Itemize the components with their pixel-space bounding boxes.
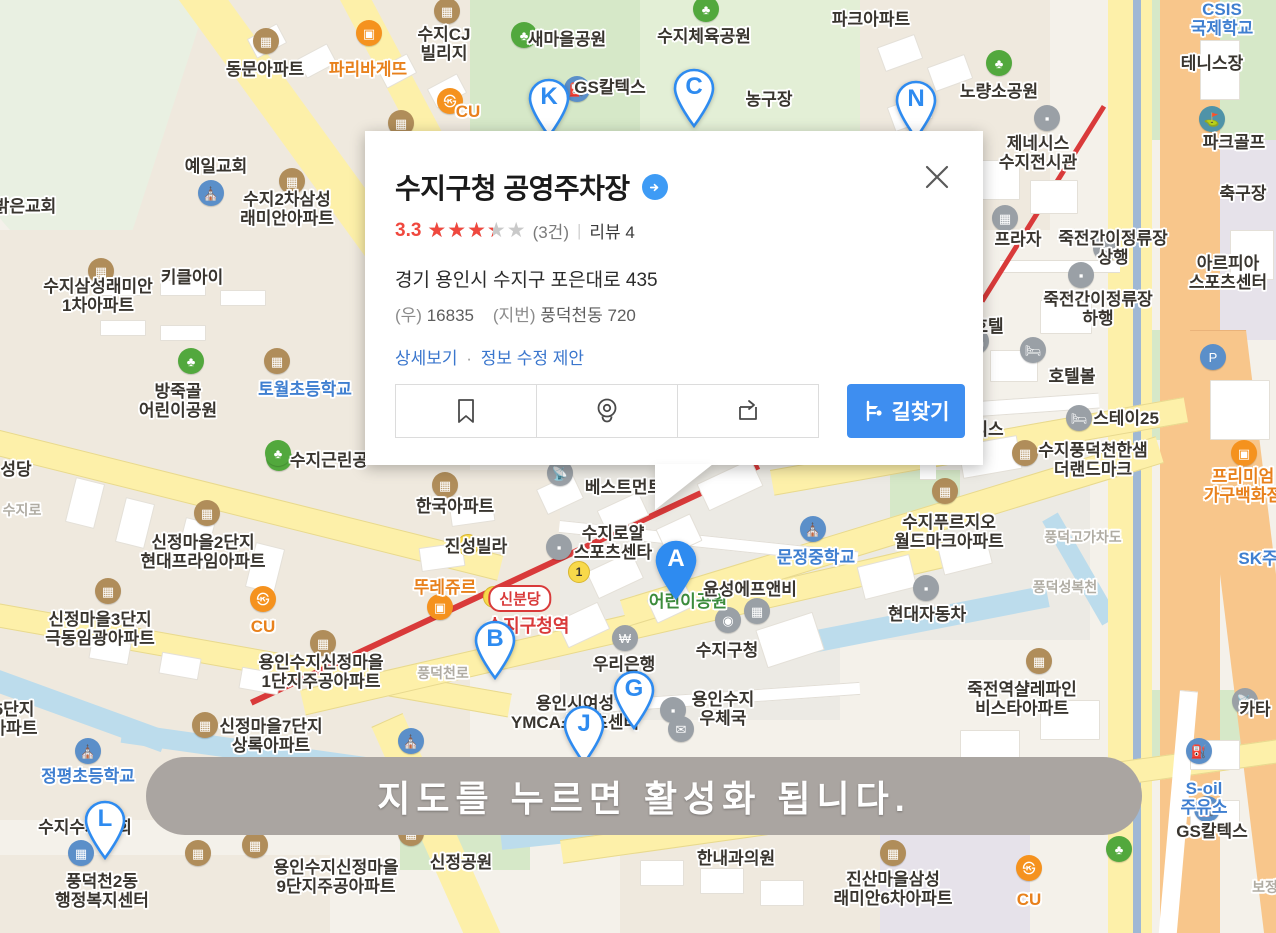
landuse-residential-sw2 <box>0 855 330 933</box>
place-title: 수지구청 공영주차장 <box>395 173 630 204</box>
directions-icon <box>866 400 882 422</box>
poi-apartment-icon[interactable]: ▦ <box>253 28 279 54</box>
popup-tail <box>655 464 713 510</box>
detail-link[interactable]: 상세보기 <box>395 349 458 368</box>
poi-apartment-icon[interactable]: ▦ <box>192 712 218 738</box>
poi-park-icon[interactable]: ♣ <box>986 50 1012 76</box>
rating-row: 3.3 ★★★★★ ★★★★★ (3건) | 리뷰 4 <box>395 218 953 243</box>
rating-stars: ★★★★★ ★★★★★ <box>427 219 527 242</box>
poi-building-icon[interactable]: ▦ <box>992 205 1018 231</box>
poi-hotel-icon[interactable]: 🛏 <box>1020 337 1046 363</box>
map-activation-toast[interactable]: 지도를 누르면 활성화 됩니다. <box>146 757 1142 835</box>
link-separator: · <box>466 349 472 368</box>
poi-golf-icon[interactable]: ⛳ <box>1199 106 1225 132</box>
poi-convenience-store-icon[interactable]: ㉿ <box>250 586 276 612</box>
rating-score: 3.3 <box>395 219 422 241</box>
poi-store-icon[interactable]: ▣ <box>1231 440 1257 466</box>
poi-park-icon[interactable]: ♣ <box>178 348 204 374</box>
review-count: 리뷰 4 <box>589 223 635 242</box>
poi-building-icon[interactable]: ▦ <box>242 832 268 858</box>
rating-count: (3건) <box>532 223 569 242</box>
poi-apartment-icon[interactable]: ▦ <box>88 258 114 284</box>
rating-separator: | <box>576 220 582 240</box>
poi-church-icon[interactable]: ⛪ <box>398 728 424 754</box>
poi-apartment-icon[interactable]: ▦ <box>310 630 336 656</box>
map-marker-c[interactable]: C <box>671 68 717 128</box>
poi-gas-station-icon[interactable]: ⛽ <box>1186 738 1212 764</box>
arrow-right-circle-icon[interactable] <box>641 174 668 200</box>
jibun-label: (지번) <box>492 306 536 325</box>
poi-bus-stop-icon[interactable]: ▪ <box>1068 262 1094 288</box>
poi-building-icon[interactable]: ▦ <box>185 840 211 866</box>
subway-exit-4[interactable]: 4 <box>457 534 479 556</box>
map-marker-g[interactable]: G <box>611 670 657 730</box>
popup-title-row: 수지구청 공영주차장 <box>395 167 953 207</box>
poi-apartment-icon[interactable]: ▦ <box>95 578 121 604</box>
roadview-button[interactable] <box>536 384 678 438</box>
directions-button[interactable]: 길찾기 <box>847 384 965 438</box>
poi-apartment-icon[interactable]: ▦ <box>432 472 458 498</box>
address-secondary: (우) 16835 (지번) 풍덕천동 720 <box>395 301 953 326</box>
poi-bank-icon[interactable]: ₩ <box>612 625 638 651</box>
poi-park-icon[interactable]: ♣ <box>265 440 291 466</box>
poi-apartment-icon[interactable]: ▦ <box>1026 648 1052 674</box>
poi-building-icon[interactable]: ▪ <box>546 534 572 560</box>
poi-bakery-icon[interactable]: ▣ <box>356 20 382 46</box>
poi-school-icon[interactable]: ⛪ <box>800 516 826 542</box>
road-minor-e <box>1000 260 1120 273</box>
address-road: 경기 용인시 수지구 포은대로 435 <box>395 270 658 291</box>
poi-apartment-icon[interactable]: ▦ <box>932 478 958 504</box>
poi-parking-icon[interactable]: P <box>1200 344 1226 370</box>
subway-exit-1[interactable]: 1 <box>568 561 590 583</box>
popup-action-bar: 길찾기 <box>395 384 965 438</box>
poi-gas-station-icon[interactable]: ⛽ <box>1194 796 1220 822</box>
poi-church-icon[interactable]: ⛪ <box>198 180 224 206</box>
poi-apartment-icon[interactable]: ▦ <box>880 840 906 866</box>
zip-value: 16835 <box>426 306 474 325</box>
poi-post-office-icon[interactable]: ✉ <box>668 716 694 742</box>
poi-park-icon[interactable]: ♣ <box>511 22 537 48</box>
poi-antenna-icon[interactable]: 📡 <box>1232 688 1258 714</box>
poi-school-icon[interactable]: ▦ <box>264 348 290 374</box>
jibun-value: 풍덕천동 720 <box>540 306 636 325</box>
suggest-edit-link[interactable]: 정보 수정 제안 <box>481 349 584 368</box>
place-info-popup[interactable]: 수지구청 공영주차장 3.3 ★★★★★ ★★★★★ (3건) | 리뷰 4 경… <box>365 131 983 510</box>
share-button[interactable] <box>677 384 819 438</box>
poi-building-icon[interactable]: ▦ <box>744 598 770 624</box>
close-icon[interactable] <box>917 157 957 197</box>
map-marker-b[interactable]: B <box>472 620 518 680</box>
popup-links: 상세보기 · 정보 수정 제안 <box>395 344 953 369</box>
poi-convenience-store-icon[interactable]: ㉿ <box>437 88 463 114</box>
subway-line-label: 신분당 <box>488 585 552 612</box>
poi-apartment-icon[interactable]: ▦ <box>1012 440 1038 466</box>
zip-label: (우) <box>395 306 422 325</box>
poi-building-icon[interactable]: ▪ <box>1034 105 1060 131</box>
landuse-complex-south <box>860 820 1030 933</box>
poi-car-dealer-icon[interactable]: ▪ <box>913 575 939 601</box>
bookmark-button[interactable] <box>395 384 537 438</box>
toast-message: 지도를 누르면 활성화 됩니다. <box>377 778 911 819</box>
poi-hotel-icon[interactable]: 🛏 <box>1066 405 1092 431</box>
poi-apartment-icon[interactable]: ▦ <box>279 168 305 194</box>
poi-government-icon[interactable]: ◉ <box>715 607 741 633</box>
map-marker-k[interactable]: K <box>526 78 572 138</box>
poi-bus-stop-icon[interactable]: ▪ <box>1093 235 1119 261</box>
subway-line-tag[interactable]: 신분당 <box>488 585 552 612</box>
poi-convenience-store-icon[interactable]: ㉿ <box>1016 855 1042 881</box>
poi-bakery-icon[interactable]: ▣ <box>427 594 453 620</box>
directions-label: 길찾기 <box>891 401 950 424</box>
poi-school-icon[interactable]: ⛪ <box>75 738 101 764</box>
map-marker-j[interactable]: J <box>561 705 607 765</box>
map-marker-l[interactable]: L <box>82 800 128 860</box>
poi-park-icon[interactable]: ♣ <box>1106 836 1132 862</box>
map-label: 호텔볼 <box>1048 367 1096 386</box>
map-marker-a[interactable]: A <box>653 540 699 600</box>
map-canvas[interactable]: ▦ ▣ ▦ ♣ ♣ ⛽ ㉿ ▦ ⛪ ▦ ▦ ♣ ▪ ▦ ▪ ▪ ⛳ 🛏 🛏 🛏 … <box>0 0 1276 933</box>
poi-apartment-icon[interactable]: ▦ <box>194 500 220 526</box>
